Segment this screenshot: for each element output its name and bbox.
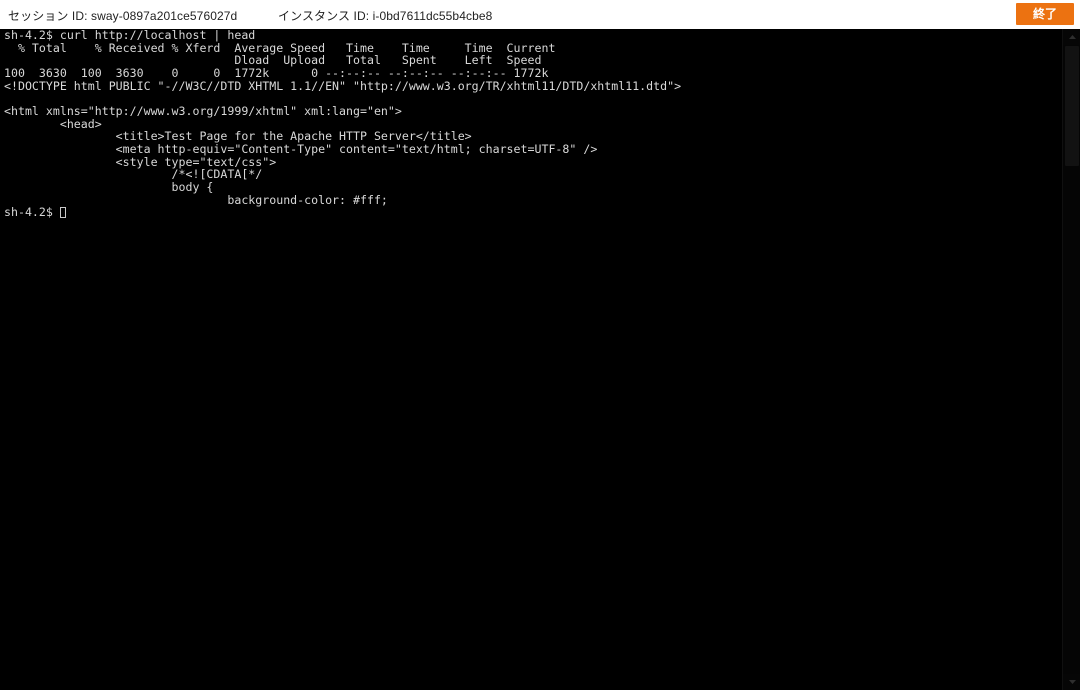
terminal-prompt-line[interactable]: sh-4.2$ xyxy=(0,206,1062,219)
terminal-scrollbar[interactable] xyxy=(1062,29,1080,690)
terminal-panel[interactable]: sh-4.2$ curl http://localhost | head % T… xyxy=(0,29,1080,690)
terminal-cursor xyxy=(59,207,66,219)
terminal-prompt-text: sh-4.2$ xyxy=(4,205,60,220)
terminal-line: <meta http-equiv="Content-Type" content=… xyxy=(4,142,598,157)
terminal-line: body { xyxy=(4,180,214,195)
terminal-line: <!DOCTYPE html PUBLIC "-//W3C//DTD XHTML… xyxy=(4,78,682,93)
scrollbar-up-button[interactable] xyxy=(1063,29,1080,45)
terminal-line: sh-4.2$ curl http://localhost | head xyxy=(4,29,256,42)
chevron-up-icon xyxy=(1068,34,1077,40)
chevron-down-icon xyxy=(1068,679,1077,685)
terminal-line: 100 3630 100 3630 0 0 1772k 0 --:--:-- -… xyxy=(4,66,549,81)
scrollbar-down-button[interactable] xyxy=(1063,674,1080,690)
scrollbar-thumb[interactable] xyxy=(1065,46,1079,166)
terminal-line: background-color: #fff; xyxy=(4,192,388,207)
instance-id-label: インスタンス ID: i-0bd7611dc55b4cbe8 xyxy=(278,9,493,23)
terminal-output[interactable]: sh-4.2$ curl http://localhost | head % T… xyxy=(0,29,1062,690)
end-session-button[interactable]: 終了 xyxy=(1016,3,1074,25)
terminal-line: <html xmlns="http://www.w3.org/1999/xhtm… xyxy=(4,104,402,119)
session-header-bar: セッション ID: sway-0897a201ce576027d インスタンス … xyxy=(0,0,1080,29)
session-id-label: セッション ID: sway-0897a201ce576027d xyxy=(8,9,238,23)
